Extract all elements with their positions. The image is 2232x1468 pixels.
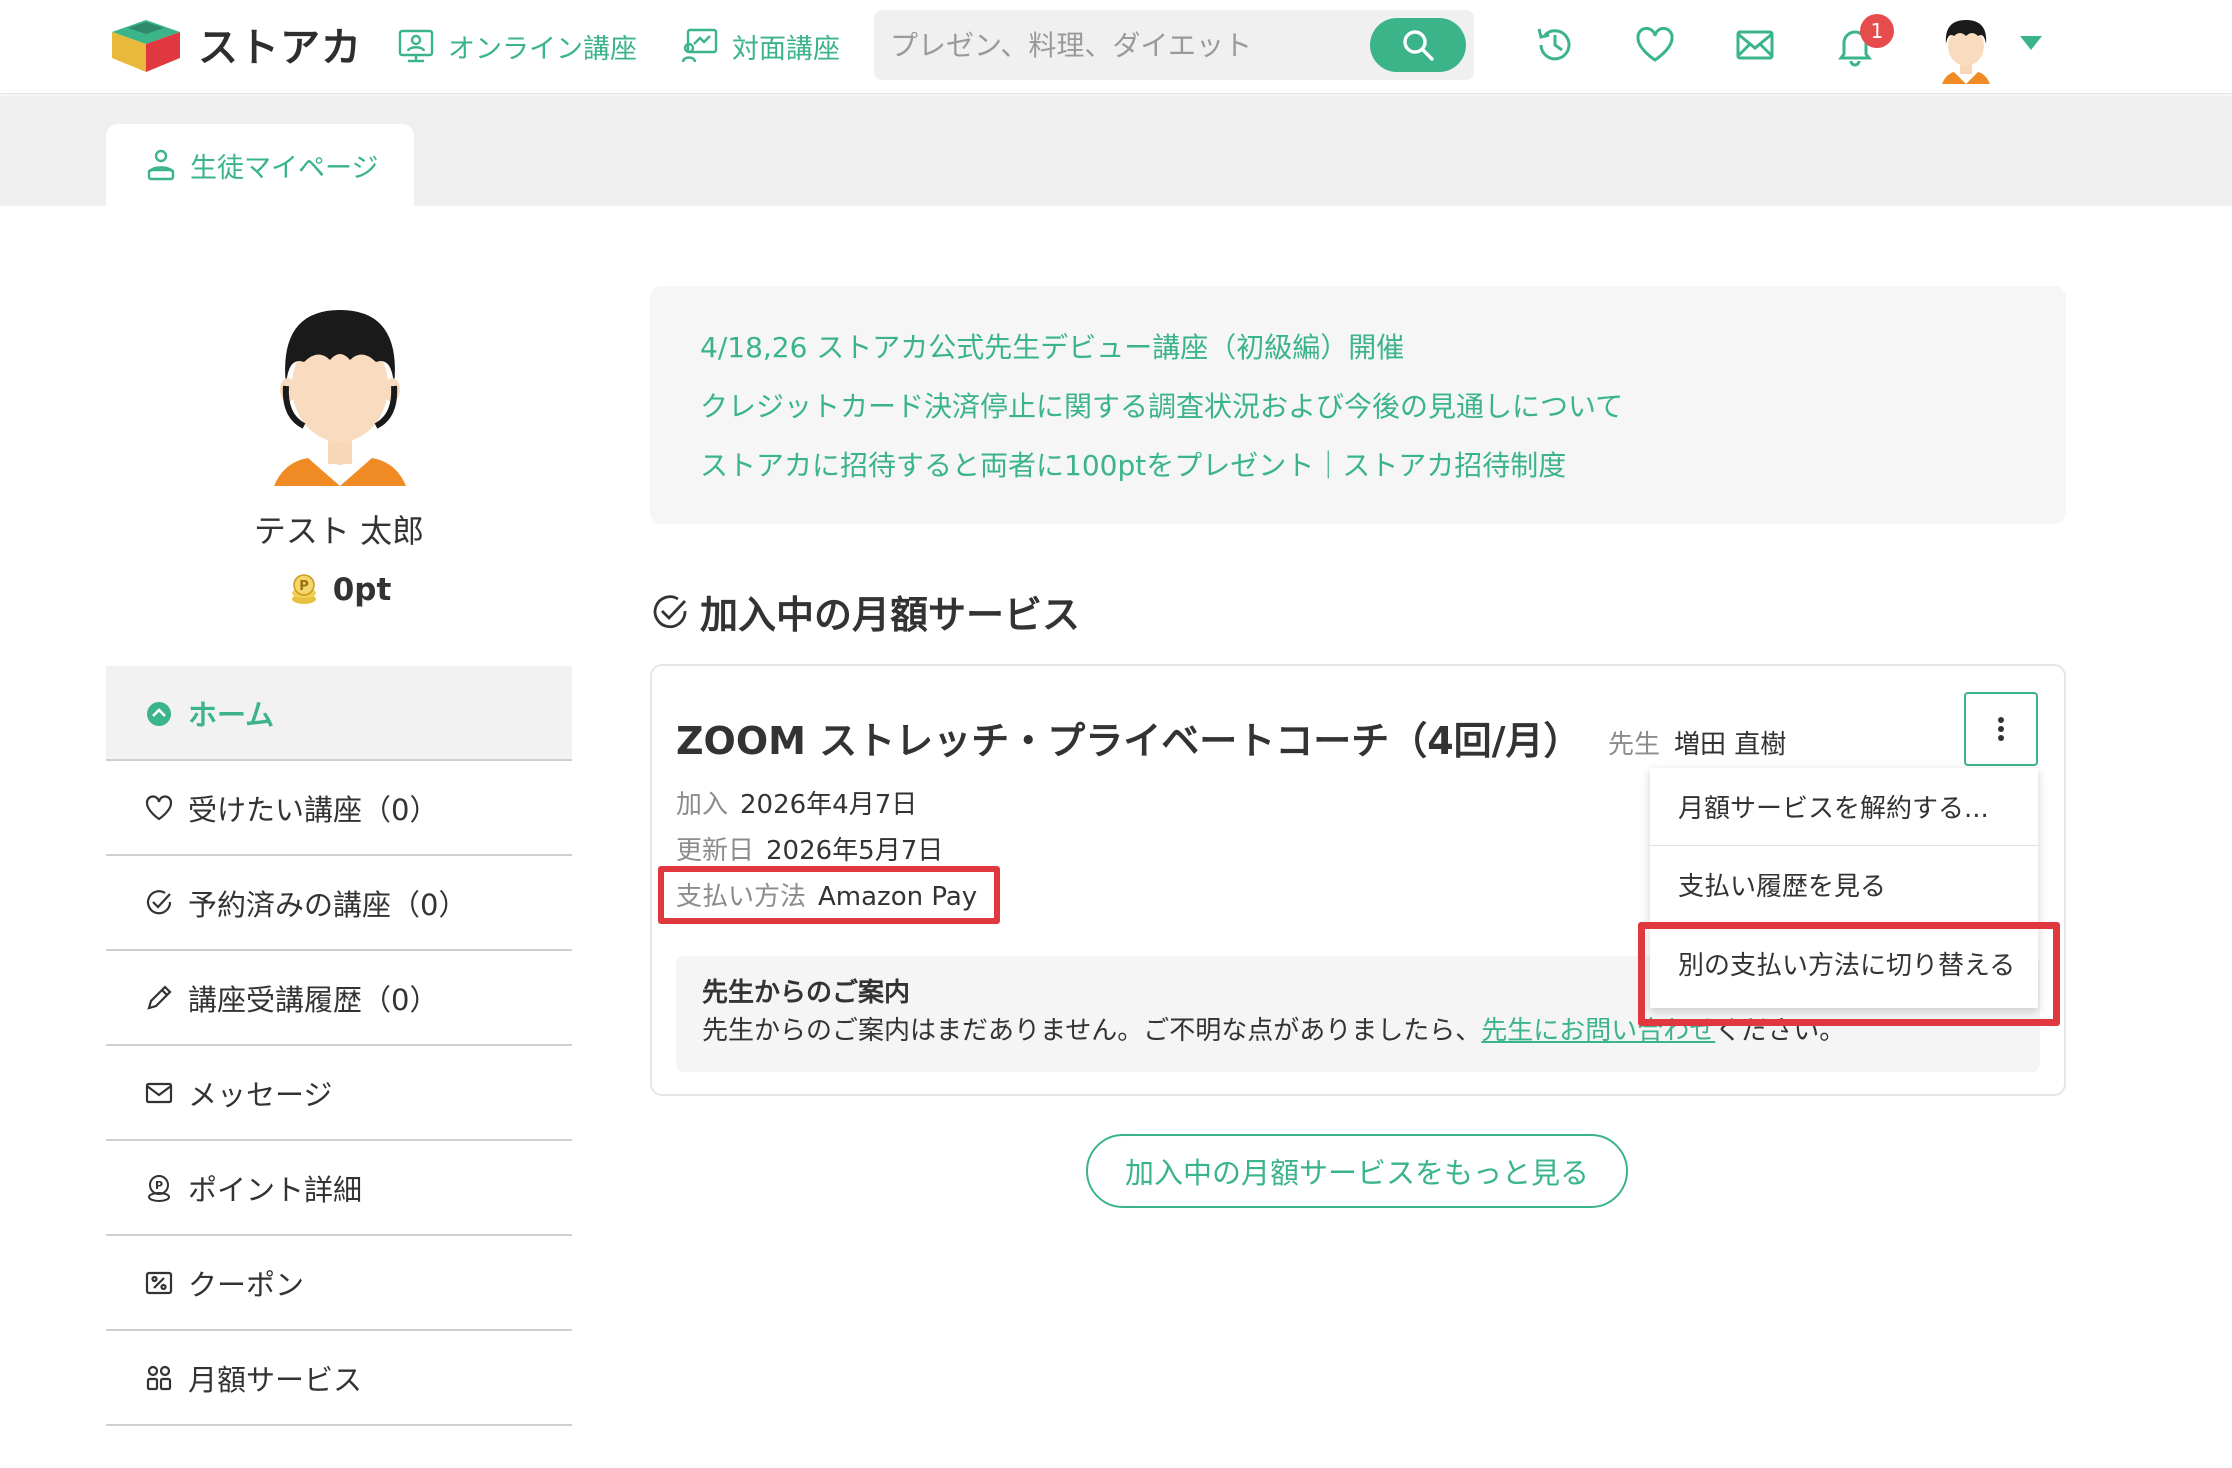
student-icon xyxy=(147,149,175,181)
sidebar-item-label: 講座受講履歴（0） xyxy=(188,982,439,1017)
sidebar-item-points[interactable]: P ポイント詳細 xyxy=(106,1141,572,1236)
payment-history-item[interactable]: 支払い履歴を見る xyxy=(1650,846,2038,924)
notice-link[interactable]: ストアカに招待すると両者に100ptをプレゼント｜ストアカ招待制度 xyxy=(700,436,2066,495)
sidebar-item-coupons[interactable]: クーポン xyxy=(106,1236,572,1331)
site-logo[interactable]: ストアカ xyxy=(106,14,362,74)
logo-mark-icon xyxy=(112,20,180,72)
kebab-menu-icon xyxy=(1998,717,2004,741)
check-circle-icon xyxy=(653,594,687,628)
cancel-subscription-item[interactable]: 月額サービスを解約する... xyxy=(1650,768,2038,846)
history-button[interactable] xyxy=(1530,20,1580,70)
logo-text: ストアカ xyxy=(198,25,362,71)
section-title: 加入中の月額サービス xyxy=(650,584,1080,639)
notification-count-badge: 1 xyxy=(1860,14,1894,48)
heart-icon xyxy=(145,794,173,820)
renewal-date-row: 更新日 2026年5月7日 xyxy=(676,830,943,867)
switch-payment-highlight xyxy=(1638,922,2060,1026)
svg-text:P: P xyxy=(155,1179,163,1192)
profile-points: P 0pt xyxy=(106,572,572,608)
profile-avatar xyxy=(274,310,406,486)
sidebar-item-wishlist[interactable]: 受けたい講座（0） xyxy=(106,761,572,856)
group-icon xyxy=(146,1365,172,1390)
svg-text:P: P xyxy=(299,579,309,594)
user-avatar[interactable] xyxy=(1938,14,1994,84)
heart-icon xyxy=(1636,27,1674,62)
sidebar-item-label: ポイント詳細 xyxy=(188,1172,363,1207)
search-button[interactable] xyxy=(1370,18,1466,72)
home-icon xyxy=(147,701,171,726)
nav-in-person-courses-label: 対面講座 xyxy=(732,33,840,65)
renewal-label: 更新日 xyxy=(676,836,755,866)
sidebar-menu: ホーム 受けたい講座（0） 予約済みの講座（0） 講座受講履歴（0） メッセージ xyxy=(106,666,572,1426)
teacher-name[interactable]: 増田 直樹 xyxy=(1674,730,1786,760)
sidebar-item-history[interactable]: 講座受講履歴（0） xyxy=(106,951,572,1046)
section-title-text: 加入中の月額サービス xyxy=(700,593,1081,637)
notice-link[interactable]: クレジットカード決済停止に関する調査状況および今後の見通しについて xyxy=(700,377,2066,436)
sidebar-item-label: 受けたい講座（0） xyxy=(188,792,439,827)
teacher-label: 先生 xyxy=(1608,730,1661,760)
pencil-icon xyxy=(147,984,172,1010)
point-coin-icon: P xyxy=(291,574,316,604)
account-menu-caret-icon[interactable] xyxy=(2020,36,2042,50)
monitor-person-icon xyxy=(398,29,434,63)
sidebar-item-label: メッセージ xyxy=(188,1077,333,1112)
search-box xyxy=(874,10,1474,80)
joined-label: 加入 xyxy=(676,790,729,820)
tab-student-mypage-label: 生徒マイページ xyxy=(190,152,379,184)
check-circle-icon xyxy=(146,889,172,914)
joined-date-row: 加入 2026年4月7日 xyxy=(676,784,917,821)
notice-link[interactable]: 4/18,26 ストアカ公式先生デビュー講座（初級編）開催 xyxy=(700,318,2066,377)
mail-icon xyxy=(1736,30,1774,60)
history-icon xyxy=(1537,28,1571,61)
nav-online-courses-label: オンライン講座 xyxy=(448,33,637,65)
teacher-notice-text: 先生からのご案内はまだありません。ご不明な点がありましたら、 xyxy=(702,1016,1482,1046)
sidebar-item-label: 月額サービス xyxy=(188,1362,363,1397)
sidebar-item-messages[interactable]: メッセージ xyxy=(106,1046,572,1141)
sidebar-item-subscriptions[interactable]: 月額サービス xyxy=(106,1331,572,1426)
whiteboard-icon xyxy=(681,28,718,63)
sidebar-item-reserved[interactable]: 予約済みの講座（0） xyxy=(106,856,572,951)
sidebar-item-label: ホーム xyxy=(188,697,275,732)
payment-method-highlight xyxy=(658,866,1000,924)
mail-icon xyxy=(145,1082,173,1103)
sidebar-item-label: クーポン xyxy=(188,1267,305,1302)
show-more-subscriptions-button[interactable]: 加入中の月額サービスをもっと見る xyxy=(1086,1134,1628,1208)
subscription-title[interactable]: ZOOM ストレッチ・プライベートコーチ（4回/月） xyxy=(676,710,1582,765)
search-input[interactable] xyxy=(890,20,1370,70)
point-coin-icon: P xyxy=(148,1174,170,1202)
nav-online-courses[interactable]: オンライン講座 xyxy=(396,26,637,66)
renewal-date: 2026年5月7日 xyxy=(766,836,944,866)
profile-points-value: 0pt xyxy=(332,572,392,608)
favorites-button[interactable] xyxy=(1630,20,1680,70)
top-header: ストアカ オンライン講座 対面講座 プレゼン、料理、ダイエット 1 xyxy=(0,0,2232,94)
messages-button[interactable] xyxy=(1730,20,1780,70)
notice-panel: 4/18,26 ストアカ公式先生デビュー講座（初級編）開催 クレジットカード決済… xyxy=(650,286,2066,524)
sidebar-item-label: 予約済みの講座（0） xyxy=(188,887,468,922)
tab-student-mypage[interactable]: 生徒マイページ xyxy=(106,124,414,206)
coupon-icon xyxy=(145,1271,173,1294)
subscription-teacher: 先生 増田 直樹 xyxy=(1608,724,1786,761)
profile-name: テスト 太郎 xyxy=(253,512,425,550)
more-options-button[interactable] xyxy=(1964,692,2038,766)
sidebar-item-home[interactable]: ホーム xyxy=(106,666,572,761)
joined-date: 2026年4月7日 xyxy=(740,790,918,820)
nav-in-person-courses[interactable]: 対面講座 xyxy=(680,26,840,66)
search-icon xyxy=(1403,30,1434,61)
